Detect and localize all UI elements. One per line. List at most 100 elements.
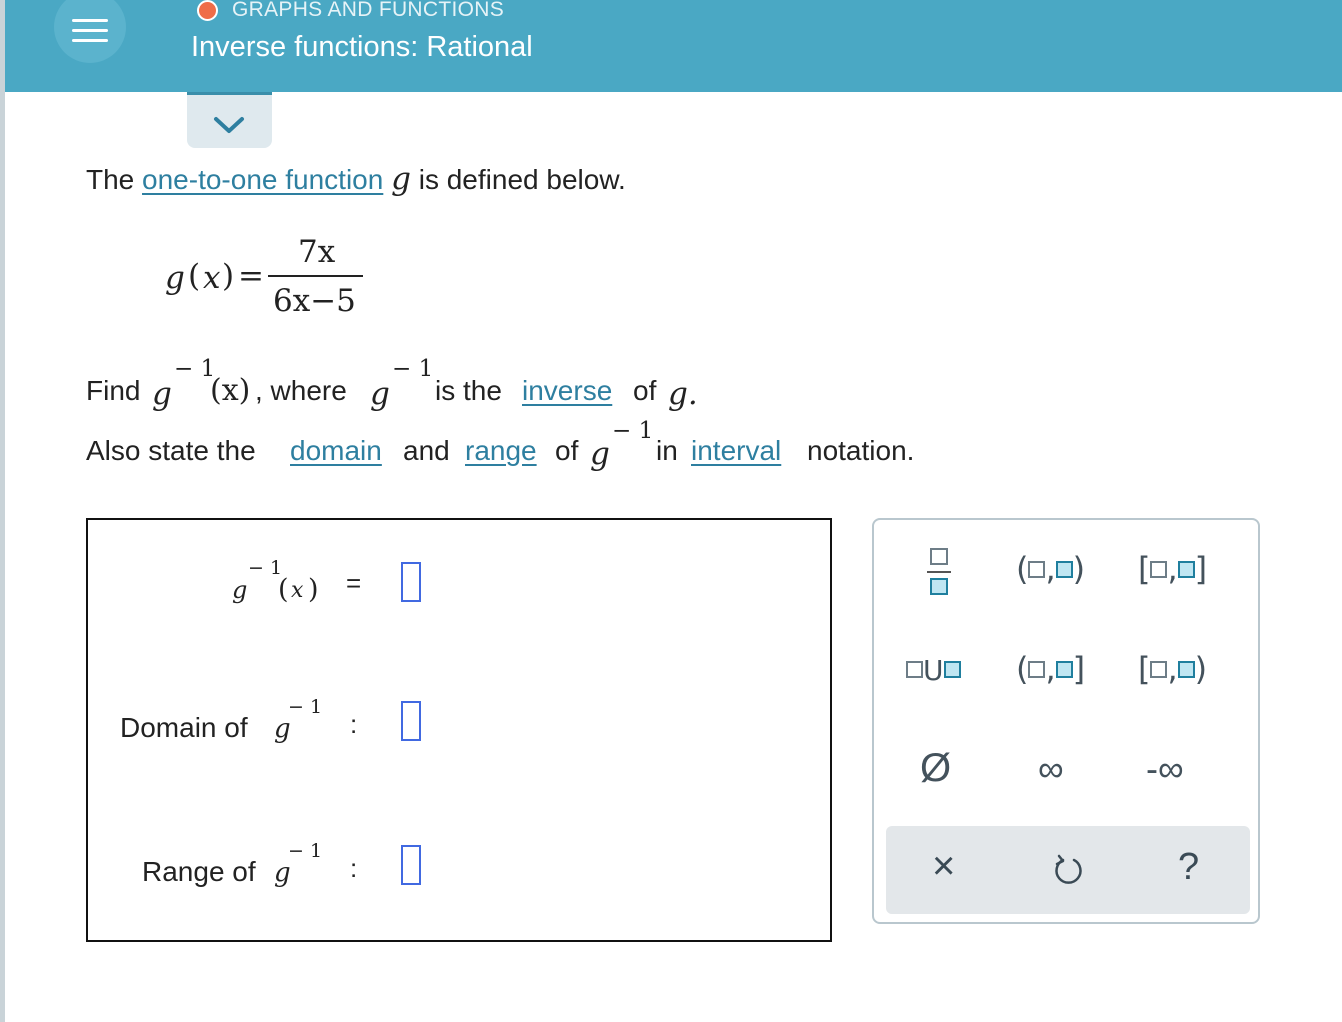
answer-g: g xyxy=(232,576,248,604)
text-defined-below: is defined below. xyxy=(418,164,626,195)
exponent-minus-one: − 1 xyxy=(392,356,434,382)
exponent-minus-one: − 1 xyxy=(612,418,654,444)
text-of: of xyxy=(633,375,657,406)
answer-g: g xyxy=(274,858,291,888)
var-g: g xyxy=(590,436,610,472)
menu-icon-bar xyxy=(72,29,108,32)
arg-paren-open: ( xyxy=(278,574,289,605)
arg-x: (x) xyxy=(210,373,251,408)
header-bar: GRAPHS AND FUNCTIONS Inverse functions: … xyxy=(5,0,1342,92)
left-box xyxy=(1028,560,1046,578)
open-bracket: [ xyxy=(1138,650,1151,688)
exponent-minus-one: − 1 xyxy=(288,840,323,862)
problem-intro: The one-to-one function g is defined bel… xyxy=(86,161,626,197)
answer-area: g − 1 ( x ) = Domain of g − 1 : Range of… xyxy=(86,518,832,942)
empty-set-button[interactable]: Ø xyxy=(920,746,951,791)
open-open-interval-button[interactable]: (,) xyxy=(1016,550,1085,588)
text-also-state: Also state the xyxy=(86,435,256,466)
left-box xyxy=(1150,660,1168,678)
union-symbol: U xyxy=(923,654,944,687)
fraction-line xyxy=(927,571,951,573)
topic-status-dot xyxy=(197,0,218,21)
formula-paren-open: ( xyxy=(188,258,201,294)
formula-g: g xyxy=(165,260,185,296)
text-of: of xyxy=(555,435,579,466)
undo-button[interactable] xyxy=(1052,852,1086,891)
close-icon: × xyxy=(932,844,956,888)
fraction-bar xyxy=(268,275,363,277)
clear-button[interactable]: × xyxy=(932,844,955,889)
inverse-link[interactable]: inverse xyxy=(522,375,612,407)
close-bracket: ] xyxy=(1072,650,1086,688)
domain-input[interactable] xyxy=(401,701,421,741)
text-the: The xyxy=(86,164,135,195)
fraction-denominator-box xyxy=(930,578,948,595)
interval-link[interactable]: interval xyxy=(691,435,781,467)
formula-numerator: 7x xyxy=(298,234,336,270)
right-box xyxy=(1055,560,1073,578)
open-bracket: [ xyxy=(1138,550,1151,588)
var-g: g xyxy=(370,376,390,412)
left-box xyxy=(1150,560,1168,578)
range-input[interactable] xyxy=(401,845,421,885)
domain-link[interactable]: domain xyxy=(290,435,382,467)
open-paren: ( xyxy=(1016,650,1029,688)
text-notation: notation. xyxy=(807,435,915,466)
var-g: g xyxy=(152,376,172,412)
math-keypad: (,) [,] U (,] [,) Ø ∞ -∞ × ? xyxy=(872,518,1260,924)
left-box xyxy=(906,660,923,678)
menu-icon-bar xyxy=(72,39,108,42)
comma: , xyxy=(1045,650,1056,688)
one-to-one-function-link[interactable]: one-to-one function xyxy=(142,164,383,195)
closed-open-interval-button[interactable]: [,) xyxy=(1138,650,1207,688)
menu-icon xyxy=(72,19,108,22)
comma: , xyxy=(1167,550,1178,588)
open-paren: ( xyxy=(1016,550,1029,588)
close-paren: ) xyxy=(1072,550,1086,588)
colon: : xyxy=(350,709,358,739)
text-where: , where xyxy=(255,375,347,406)
var-g: g xyxy=(391,161,411,197)
text-find: Find xyxy=(86,375,141,406)
comma: , xyxy=(1167,650,1178,688)
infinity-symbol: ∞ xyxy=(1038,748,1064,789)
formula-x: x xyxy=(203,260,221,296)
closed-closed-interval-button[interactable]: [,] xyxy=(1138,550,1207,588)
left-box xyxy=(1028,660,1046,678)
page-title: Inverse functions: Rational xyxy=(191,31,533,63)
right-box xyxy=(1177,660,1195,678)
var-g: g. xyxy=(668,376,698,412)
text-is-the: is the xyxy=(435,375,502,406)
keypad-action-bar: × ? xyxy=(886,826,1250,914)
range-link[interactable]: range xyxy=(465,435,537,467)
close-paren: ) xyxy=(1194,650,1208,688)
help-icon: ? xyxy=(1178,846,1200,888)
fraction-button[interactable] xyxy=(926,548,956,604)
exponent-minus-one: − 1 xyxy=(248,557,283,579)
undo-icon xyxy=(1055,854,1082,884)
domain-label: Domain of xyxy=(120,712,248,743)
expand-toggle-button[interactable] xyxy=(187,92,272,148)
exponent-minus-one: − 1 xyxy=(288,696,323,718)
union-button[interactable]: U xyxy=(906,650,961,688)
left-rail xyxy=(0,0,5,1022)
chevron-down-icon xyxy=(214,117,244,133)
right-box xyxy=(1177,560,1195,578)
text-in: in xyxy=(656,435,678,466)
formula-denominator: 6x−5 xyxy=(273,283,356,319)
right-box xyxy=(1055,660,1073,678)
infinity-button[interactable]: ∞ xyxy=(1038,748,1064,790)
menu-button[interactable] xyxy=(54,0,126,63)
topic-label: GRAPHS AND FUNCTIONS xyxy=(232,0,505,21)
range-label: Range of xyxy=(142,856,256,887)
negative-infinity-button[interactable]: -∞ xyxy=(1146,748,1184,790)
arg-paren-close: ) xyxy=(308,574,319,605)
open-closed-interval-button[interactable]: (,] xyxy=(1016,650,1085,688)
help-button[interactable]: ? xyxy=(1178,846,1199,889)
negative-infinity-symbol: -∞ xyxy=(1146,748,1184,789)
arg-x: x xyxy=(291,578,304,603)
close-bracket: ] xyxy=(1194,550,1208,588)
formula-equals: = xyxy=(238,258,264,294)
inverse-function-input[interactable] xyxy=(401,562,421,602)
fraction-icon xyxy=(930,548,948,565)
